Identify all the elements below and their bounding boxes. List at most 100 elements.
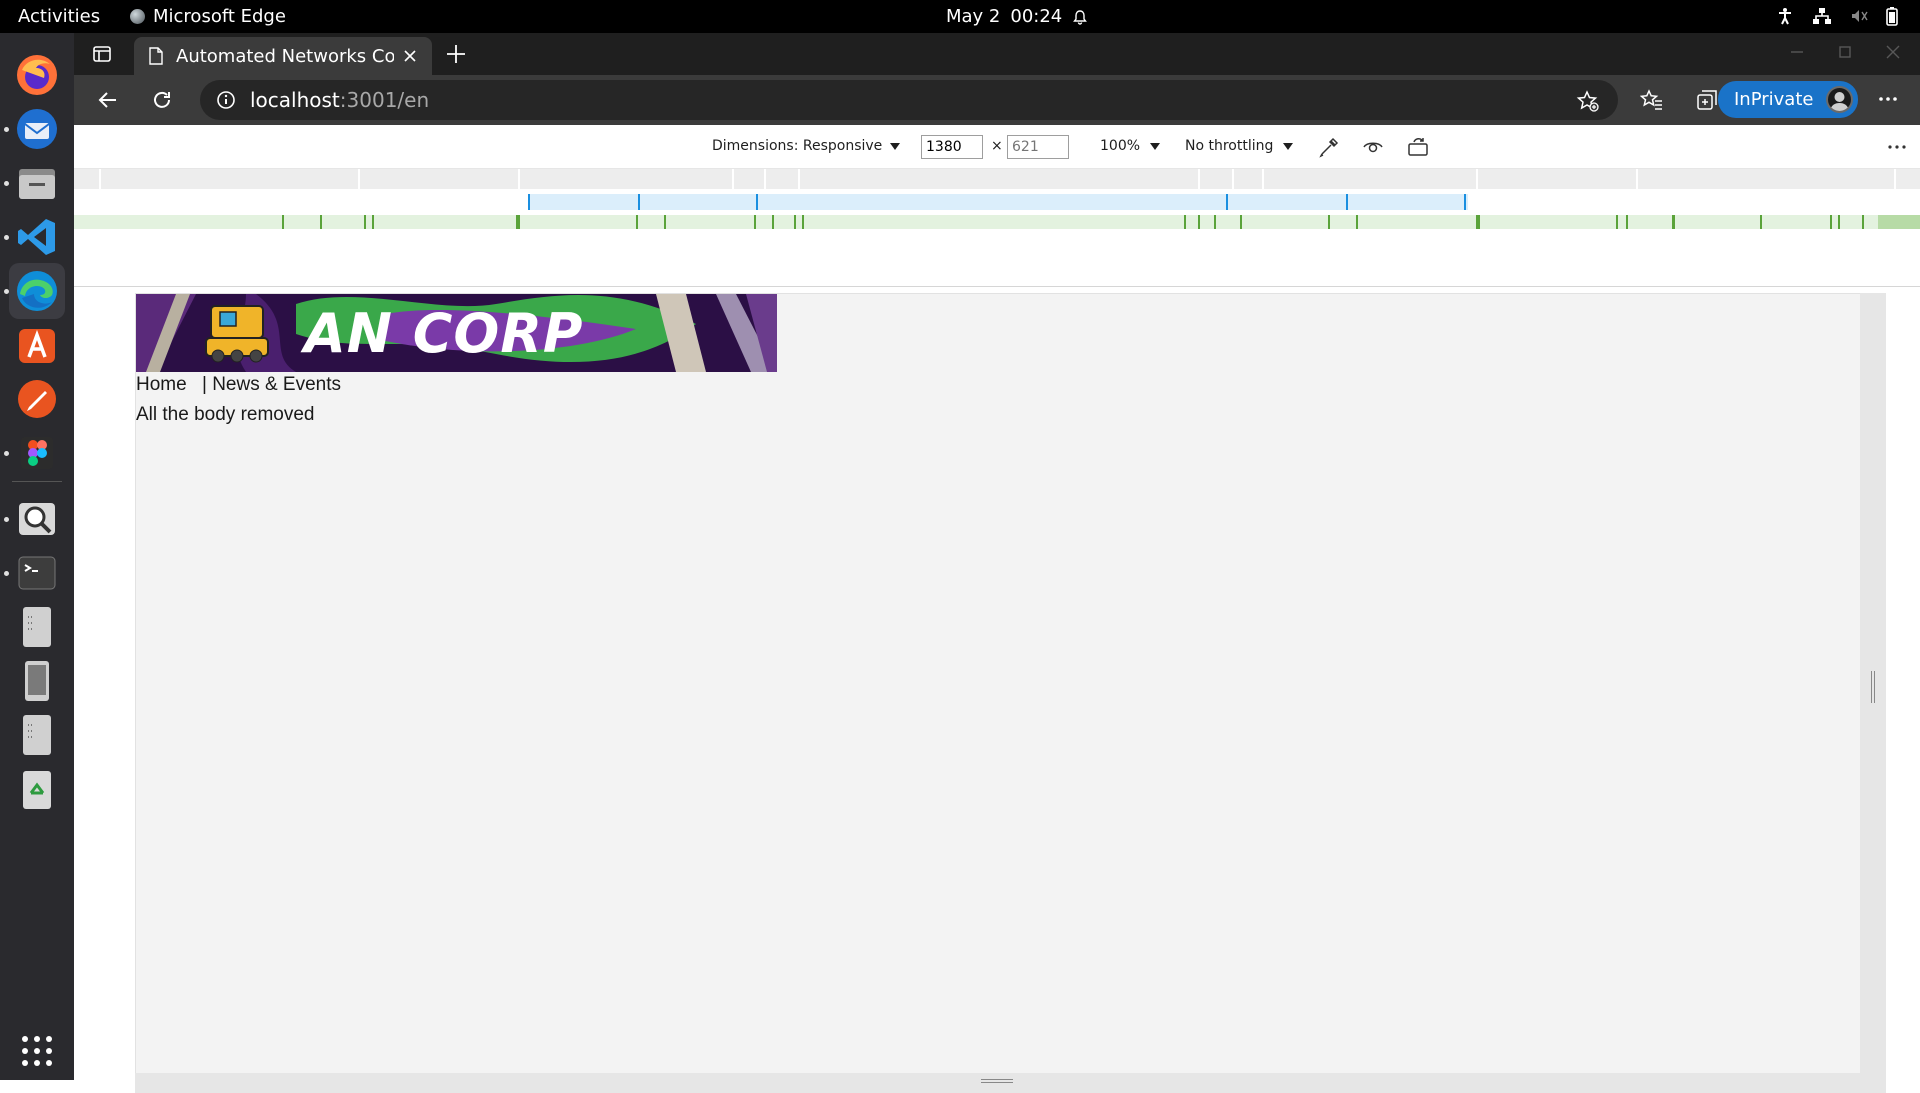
- back-icon[interactable]: [96, 88, 120, 112]
- minimize-icon[interactable]: [1790, 45, 1804, 59]
- width-input[interactable]: [921, 135, 983, 159]
- dock-file-2[interactable]: [9, 707, 65, 763]
- site-nav: Home | News & Events: [136, 374, 341, 396]
- new-tab-icon[interactable]: [444, 42, 468, 66]
- site-info-icon[interactable]: [216, 90, 236, 110]
- page-body-text: All the body removed: [136, 404, 315, 425]
- browser-window: Automated Networks Corp localhost:3001/e…: [74, 33, 1920, 1093]
- app-menu[interactable]: Microsoft Edge: [130, 6, 286, 27]
- dock-vscode[interactable]: [9, 209, 65, 265]
- chevron-down-icon: [890, 142, 901, 150]
- dock-terminal[interactable]: [9, 545, 65, 601]
- dock-file-1[interactable]: [9, 599, 65, 655]
- vscode-icon: [18, 219, 55, 255]
- settings-more-icon[interactable]: [1876, 87, 1900, 111]
- trash-icon: [23, 771, 51, 809]
- network-icon[interactable]: [1812, 7, 1832, 25]
- dimensions-dropdown[interactable]: Dimensions: Responsive: [712, 138, 901, 154]
- inprivate-label: InPrivate: [1734, 89, 1814, 110]
- window-controls: [1790, 45, 1900, 59]
- address-bar[interactable]: localhost:3001/en: [200, 80, 1618, 120]
- site-banner[interactable]: AN CORP: [136, 294, 777, 372]
- media-query-row-max[interactable]: [74, 169, 1920, 189]
- height-input[interactable]: [1007, 135, 1069, 159]
- edge-icon: [17, 271, 57, 311]
- nav-home-link[interactable]: Home: [136, 374, 187, 395]
- device-toolbar-more-icon[interactable]: [1886, 136, 1908, 158]
- resize-handle-bottom[interactable]: [135, 1073, 1886, 1093]
- dock-figma[interactable]: [9, 425, 65, 481]
- dock-app-center[interactable]: [9, 317, 65, 373]
- chevron-down-icon: [1283, 142, 1294, 150]
- throttling-dropdown[interactable]: No throttling: [1185, 138, 1294, 154]
- dock-thunderbird[interactable]: [9, 101, 65, 157]
- tab-active[interactable]: Automated Networks Corp: [134, 37, 432, 75]
- add-favorite-icon[interactable]: [1576, 89, 1600, 113]
- notification-bell-icon: [1073, 9, 1088, 25]
- app-name: Microsoft Edge: [153, 6, 286, 27]
- favorites-icon[interactable]: [1640, 88, 1664, 112]
- search-app-icon: [19, 503, 55, 535]
- tab-actions-icon[interactable]: [92, 44, 112, 64]
- page-icon: [149, 47, 163, 65]
- close-window-icon[interactable]: [1886, 45, 1900, 59]
- clock-date: May 2: [946, 6, 1001, 27]
- chevron-down-icon: [1150, 142, 1161, 150]
- clock-time: 00:24: [1010, 6, 1063, 27]
- dock-firefox[interactable]: [9, 47, 65, 103]
- nav-separator: |: [201, 374, 207, 395]
- dock: [0, 33, 74, 1080]
- maximize-icon[interactable]: [1838, 45, 1852, 59]
- zoom-label: 100%: [1100, 138, 1141, 154]
- inprivate-button[interactable]: InPrivate: [1718, 81, 1858, 118]
- zoom-dropdown[interactable]: 100%: [1100, 138, 1161, 154]
- eyedropper-icon[interactable]: [1318, 136, 1340, 158]
- figma-icon: [21, 437, 53, 469]
- volume-muted-icon[interactable]: [1850, 7, 1868, 25]
- navigation-toolbar: localhost:3001/en InPrivate: [74, 75, 1920, 125]
- files-icon: [19, 169, 55, 199]
- rotate-icon[interactable]: [1407, 136, 1429, 158]
- url-text[interactable]: localhost:3001/en: [250, 88, 429, 112]
- running-indicator: [4, 127, 9, 132]
- robot-icon: [205, 305, 269, 363]
- logo-text: AN CORP: [304, 302, 584, 365]
- dock-trash[interactable]: [9, 761, 65, 817]
- collections-icon[interactable]: [1695, 88, 1719, 112]
- accessibility-icon[interactable]: [1776, 7, 1794, 25]
- system-top-bar: Activities Microsoft Edge May 2 00:24: [0, 0, 1920, 33]
- terminal-icon: [18, 556, 56, 590]
- vision-deficiency-icon[interactable]: [1362, 136, 1384, 158]
- dock-separator: [12, 481, 62, 482]
- media-query-bars: [74, 169, 1920, 287]
- dock-edge[interactable]: [9, 263, 65, 319]
- dimensions-label: Dimensions: Responsive: [712, 138, 883, 154]
- throttling-label: No throttling: [1185, 138, 1274, 154]
- running-indicator: [4, 235, 9, 240]
- firefox-icon: [17, 55, 57, 95]
- dock-show-apps[interactable]: [9, 1023, 65, 1079]
- nav-news-link[interactable]: News & Events: [212, 374, 341, 395]
- tab-strip: Automated Networks Corp: [74, 33, 1920, 75]
- running-indicator: [4, 451, 9, 456]
- url-path: :3001/en: [339, 88, 430, 112]
- viewport-area: AN CORP Home | News & Events All the bod…: [74, 287, 1920, 1093]
- dock-inkscape[interactable]: [9, 371, 65, 427]
- media-query-row-min[interactable]: [74, 215, 1920, 229]
- close-tab-icon[interactable]: [400, 46, 420, 66]
- device-toolbar: Dimensions: Responsive × 100% No throttl…: [74, 125, 1920, 169]
- clock[interactable]: May 2 00:24: [946, 6, 1088, 27]
- media-query-row-min-max[interactable]: [528, 194, 1468, 210]
- dock-search-app[interactable]: [9, 491, 65, 547]
- battery-icon[interactable]: [1886, 6, 1898, 26]
- refresh-icon[interactable]: [150, 88, 174, 112]
- system-tray[interactable]: [1776, 6, 1898, 26]
- avatar: [1826, 86, 1853, 113]
- activities-button[interactable]: Activities: [18, 6, 100, 27]
- dock-device[interactable]: [9, 653, 65, 709]
- inkscape-icon: [18, 380, 56, 418]
- thunderbird-icon: [17, 109, 57, 149]
- file-1-icon: [23, 607, 51, 647]
- dock-files[interactable]: [9, 155, 65, 211]
- resize-handle-right[interactable]: [1860, 293, 1886, 1080]
